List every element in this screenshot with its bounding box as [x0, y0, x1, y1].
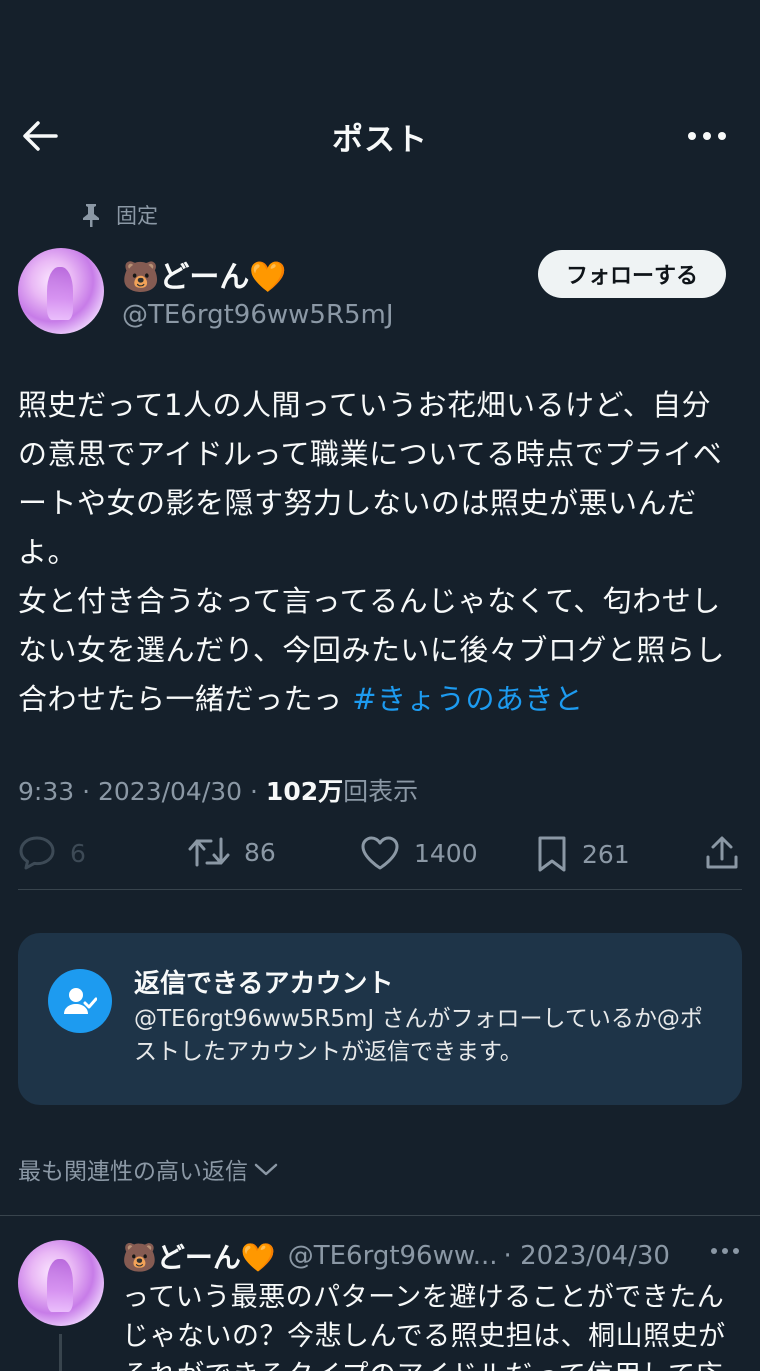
post-time: 9:33 [18, 777, 75, 806]
heart-icon [361, 836, 399, 870]
reply-button[interactable]: 6 [18, 835, 86, 871]
reply-text: っていう最悪のパターンを避けることができたんじゃないの？今悲しんでる照史担は、桐… [122, 1282, 726, 1371]
views-count: 102万 [265, 777, 344, 806]
action-bar: 6 86 1400 261 [0, 835, 760, 879]
reply-sort-dropdown[interactable]: 最も関連性の高い返信 [18, 1152, 280, 1186]
repost-button[interactable]: 86 [188, 835, 276, 869]
more-horizontal-icon [688, 132, 726, 140]
thread-line [59, 1334, 62, 1371]
pinned-label: 固定 [80, 200, 158, 230]
reply-icon [19, 836, 55, 870]
post-date: 2023/04/30 [97, 777, 243, 806]
reply-more-button[interactable] [710, 1240, 740, 1259]
author-info[interactable]: 🐻どーん🧡 @TE6rgt96ww5R5mJ [122, 252, 394, 330]
share-icon [706, 836, 738, 869]
more-horizontal-icon [711, 1248, 739, 1254]
views-label: 回表示 [343, 777, 419, 806]
reply-item[interactable]: 🐻どーん🧡 @TE6rgt96ww... · 2023/04/30 っていう最悪… [122, 1236, 742, 1371]
top-bar: ポスト [0, 96, 760, 176]
author-display-name: 🐻どーん🧡 [122, 260, 287, 295]
reply-sort-label: 最も関連性の高い返信 [18, 1159, 248, 1185]
reply-date: · 2023/04/30 [503, 1241, 670, 1271]
post-meta: 9:33 · 2023/04/30 · 102万回表示 [18, 772, 418, 808]
post-text: 照史だって1人の人間っていうお花畑いるけど、自分の意思でアイドルって職業について… [18, 381, 740, 724]
share-button[interactable] [704, 835, 754, 871]
pin-icon [83, 204, 99, 227]
bookmark-count: 261 [582, 839, 630, 869]
divider [18, 889, 742, 890]
follow-button[interactable]: フォローする [538, 250, 726, 298]
like-count: 1400 [414, 838, 478, 868]
divider [0, 1215, 760, 1216]
author-handle: @TE6rgt96ww5R5mJ [122, 300, 394, 330]
pinned-text: 固定 [116, 204, 158, 228]
meta-separator: · [242, 777, 266, 806]
reply-restriction-description: @TE6rgt96ww5R5mJ さんがフォローしているか@ポストしたアカウント… [134, 1006, 703, 1065]
reply-author-name: 🐻どーん🧡 [122, 1241, 276, 1274]
user-check-icon [48, 969, 112, 1033]
bookmark-icon [538, 836, 566, 872]
page-title: ポスト [332, 122, 428, 158]
repost-count: 86 [244, 837, 276, 867]
meta-separator: · [74, 777, 98, 806]
hashtag-link[interactable]: #きょうのあきと [352, 682, 583, 716]
bookmark-button[interactable]: 261 [536, 835, 630, 873]
post-body-text: 照史だって1人の人間っていうお花畑いるけど、自分の意思でアイドルって職業について… [18, 388, 725, 716]
author-avatar[interactable] [18, 248, 104, 334]
reply-count: 6 [70, 838, 86, 868]
more-options-button[interactable] [684, 118, 730, 154]
like-button[interactable]: 1400 [360, 835, 478, 871]
repost-icon [188, 837, 230, 867]
reply-restriction-card: 返信できるアカウント @TE6rgt96ww5R5mJ さんがフォローしているか… [18, 933, 742, 1105]
reply-restriction-title: 返信できるアカウント [134, 969, 394, 999]
chevron-down-icon [254, 1163, 278, 1176]
reply-author-avatar[interactable] [18, 1240, 104, 1326]
reply-author-handle: @TE6rgt96ww... [287, 1241, 498, 1271]
